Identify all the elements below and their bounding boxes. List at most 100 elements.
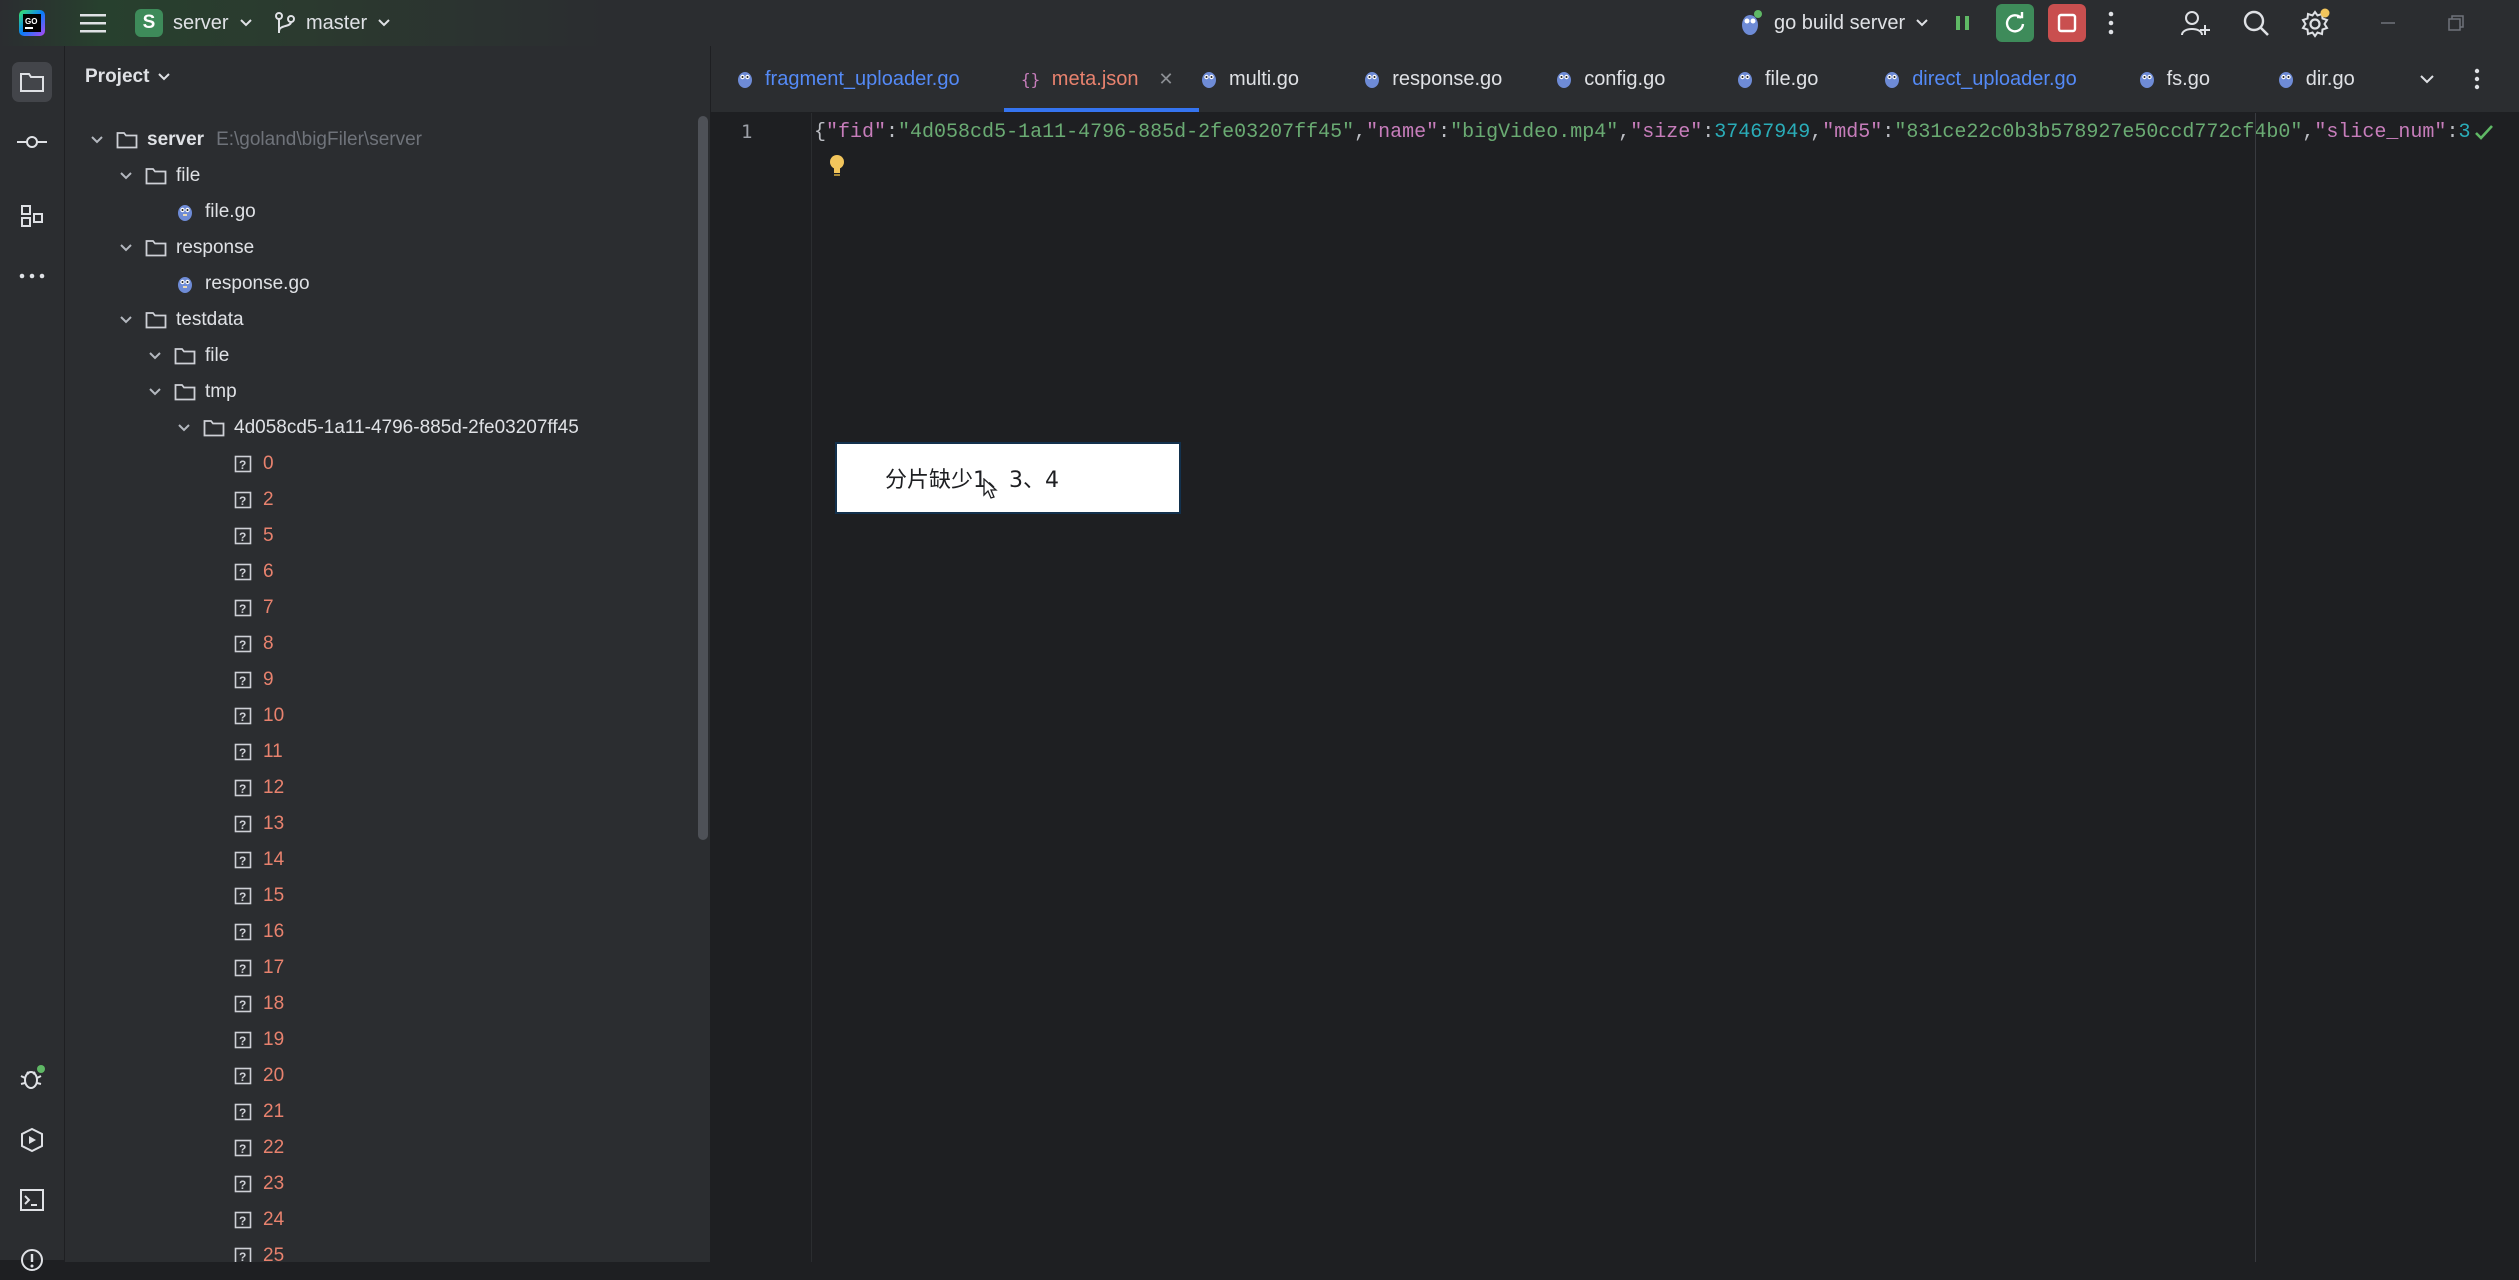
chevron-down-icon[interactable] xyxy=(174,423,194,433)
tree-file-row[interactable]: ? 6 xyxy=(231,554,274,590)
chevron-down-icon[interactable] xyxy=(116,171,136,181)
gear-icon xyxy=(2301,8,2330,38)
tab-dir-go[interactable]: dir.go xyxy=(2252,46,2436,112)
more-tools-button[interactable] xyxy=(12,256,52,296)
tab-multi-go[interactable]: multi.go xyxy=(1175,46,1362,112)
tree-file-row[interactable]: ? 23 xyxy=(231,1166,284,1202)
minimize-button[interactable] xyxy=(2378,0,2398,46)
tree-file-row[interactable]: ? 0 xyxy=(231,446,274,482)
tree-item-label: 5 xyxy=(263,525,274,546)
tab-fragment-uploader-go[interactable]: fragment_uploader.go xyxy=(711,46,1020,112)
tree-file-row[interactable]: ? 10 xyxy=(231,698,284,734)
tree-file-row[interactable]: ? 11 xyxy=(231,734,283,770)
tree-file-row[interactable]: ? 24 xyxy=(231,1202,284,1238)
tab-file-go[interactable]: file.go xyxy=(1711,46,1882,112)
folder-icon xyxy=(144,237,168,259)
editor-gutter: 1 xyxy=(711,113,812,1262)
tab-meta-json[interactable]: {} meta.json ✕ xyxy=(996,46,1200,112)
chevron-down-icon[interactable] xyxy=(116,243,136,253)
project-tool-button[interactable] xyxy=(12,62,52,102)
svg-text:?: ? xyxy=(239,854,246,868)
code-token: "bigVideo.mp4" xyxy=(1450,121,1619,144)
folder-icon xyxy=(202,417,226,439)
tab-config-go[interactable]: config.go xyxy=(1530,46,1735,112)
chevron-down-icon[interactable] xyxy=(145,351,165,361)
stop-button[interactable] xyxy=(2048,0,2086,46)
project-panel-header[interactable]: Project xyxy=(85,66,171,88)
tree-item-label: 24 xyxy=(263,1209,285,1230)
restore-button[interactable] xyxy=(2446,0,2466,46)
tree-item-label: 4d058cd5-1a11-4796-885d-2fe03207ff45 xyxy=(234,417,579,438)
tree-file-row[interactable]: ? 13 xyxy=(231,806,284,842)
add-user-button[interactable] xyxy=(2180,0,2210,46)
unknown-file-icon: ? xyxy=(231,453,255,475)
project-switcher[interactable]: S server xyxy=(135,0,253,46)
annotation-text: 分片缺少1、3、4 xyxy=(885,468,1059,493)
tab-direct-uploader-go[interactable]: direct_uploader.go xyxy=(1858,46,2136,112)
go-build-icon xyxy=(1742,10,1762,35)
tree-file-row[interactable]: ? 14 xyxy=(231,842,284,878)
close-icon[interactable]: ✕ xyxy=(1159,69,1174,90)
svg-text:?: ? xyxy=(239,674,246,688)
tree-file-row[interactable]: ? 21 xyxy=(231,1094,284,1130)
go-file-icon xyxy=(2276,69,2296,89)
branch-switcher[interactable]: master xyxy=(274,0,391,46)
tree-file-row[interactable]: ? 20 xyxy=(231,1058,284,1094)
code-line-1[interactable]: {"fid":"4d058cd5-1a11-4796-885d-2fe03207… xyxy=(814,121,2504,144)
lightbulb-icon[interactable] xyxy=(827,153,847,182)
tree-folder-row[interactable]: file xyxy=(116,158,200,194)
search-button[interactable] xyxy=(2242,0,2270,46)
chevron-down-icon[interactable] xyxy=(145,387,165,397)
code-token: "slice_num" xyxy=(2314,121,2447,144)
commit-tool-button[interactable] xyxy=(12,122,52,162)
tree-item-label: 16 xyxy=(263,921,285,942)
tree-folder-row[interactable]: response xyxy=(116,230,254,266)
main-menu-button[interactable] xyxy=(76,0,110,46)
tree-file-row[interactable]: ? 5 xyxy=(231,518,274,554)
settings-button[interactable] xyxy=(2300,0,2330,46)
code-editor[interactable]: 1 {"fid":"4d058cd5-1a11-4796-885d-2fe032… xyxy=(711,113,2519,1262)
more-actions-button[interactable] xyxy=(2106,0,2116,46)
tab-options-button[interactable] xyxy=(2473,46,2481,112)
tree-item-path: E:\goland\bigFiler\server xyxy=(216,129,422,150)
restore-icon xyxy=(2448,15,2464,31)
editor-tab-bar: fragment_uploader.go {} meta.json ✕ multi.go… xyxy=(711,46,2519,113)
tree-file-row[interactable]: ? 12 xyxy=(231,770,284,806)
tree-folder-row[interactable]: server E:\goland\bigFiler\server xyxy=(87,122,422,158)
structure-tool-button[interactable] xyxy=(12,196,52,236)
tree-file-row[interactable]: ? 18 xyxy=(231,986,284,1022)
tree-file-row[interactable]: ? 17 xyxy=(231,950,284,986)
chevron-down-icon[interactable] xyxy=(116,315,136,325)
debug-tool-button[interactable] xyxy=(12,1058,52,1098)
chevron-down-icon[interactable] xyxy=(87,135,107,145)
tree-file-row[interactable]: ? 19 xyxy=(231,1022,284,1058)
rerun-button[interactable] xyxy=(1996,0,2034,46)
project-tree-scrollbar[interactable] xyxy=(698,116,708,840)
tree-file-row[interactable]: ? 22 xyxy=(231,1130,284,1166)
tree-folder-row[interactable]: tmp xyxy=(145,374,237,410)
tree-folder-row[interactable]: file xyxy=(145,338,229,374)
tree-file-row[interactable]: response.go xyxy=(173,266,310,302)
tree-file-row[interactable]: ? 25 xyxy=(231,1238,284,1262)
tree-file-row[interactable]: ? 8 xyxy=(231,626,274,662)
tree-file-row[interactable]: ? 2 xyxy=(231,482,274,518)
pause-button[interactable] xyxy=(1944,0,1982,46)
tab-response-go[interactable]: response.go xyxy=(1338,46,1554,112)
run-configuration-selector[interactable]: go build server xyxy=(1738,0,1929,46)
tree-item-label: 17 xyxy=(263,957,285,978)
goland-logo-icon[interactable]: GO xyxy=(18,0,48,46)
tree-folder-row[interactable]: 4d058cd5-1a11-4796-885d-2fe03207ff45 xyxy=(174,410,579,446)
code-token: , xyxy=(2302,121,2315,144)
tree-file-row[interactable]: ? 9 xyxy=(231,662,274,698)
tree-file-row[interactable]: file.go xyxy=(173,194,256,230)
services-tool-button[interactable] xyxy=(12,1120,52,1160)
terminal-tool-button[interactable] xyxy=(12,1180,52,1220)
more-horizontal-icon xyxy=(19,273,45,279)
inspection-ok-icon[interactable] xyxy=(2474,123,2494,146)
problems-tool-button[interactable] xyxy=(12,1240,52,1280)
tree-file-row[interactable]: ? 7 xyxy=(231,590,274,626)
tree-file-row[interactable]: ? 15 xyxy=(231,878,284,914)
tree-folder-row[interactable]: testdata xyxy=(116,302,244,338)
tree-file-row[interactable]: ? 16 xyxy=(231,914,284,950)
tree-item-label: file xyxy=(205,345,230,366)
